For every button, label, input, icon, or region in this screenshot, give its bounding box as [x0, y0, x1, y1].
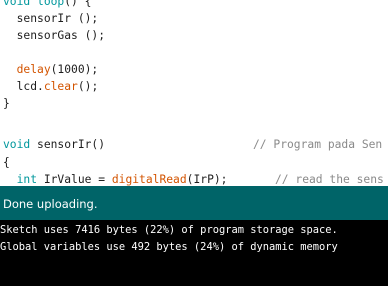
code-editor[interactable]: void loop() { sensorIr (); sensorGas ();… [0, 0, 388, 186]
code-line-lcd-clear: lcd.clear(); [16, 80, 99, 93]
code-line-sensor-ir-signature: void sensorIr() [3, 138, 106, 151]
console-line: Sketch uses 7416 bytes (22%) of program … [0, 224, 338, 236]
code-line-open-brace: { [3, 156, 10, 169]
console-line: Global variables use 492 bytes (24%) of … [0, 241, 338, 253]
code-line-call-sensor-ir: sensorIr (); [16, 12, 99, 25]
code-line-delay: delay(1000); [16, 63, 99, 76]
upload-status-message: Done uploading. [3, 197, 98, 211]
code-line-call-sensor-gas: sensorGas (); [16, 29, 106, 42]
code-line-loop-signature: void loop() { [3, 0, 92, 8]
upload-status-bar: Done uploading. [0, 186, 388, 220]
code-line-partial: int IrValue = digitalRead(IrP); [16, 173, 228, 186]
output-console[interactable]: Sketch uses 7416 bytes (22%) of program … [0, 220, 388, 286]
code-line-close-brace: } [3, 97, 10, 110]
code-comment-partial: // read the sens [275, 173, 384, 186]
code-comment-sensor-ir: // Program pada Sen [253, 138, 383, 151]
arduino-ide-window: void loop() { sensorIr (); sensorGas ();… [0, 0, 388, 286]
